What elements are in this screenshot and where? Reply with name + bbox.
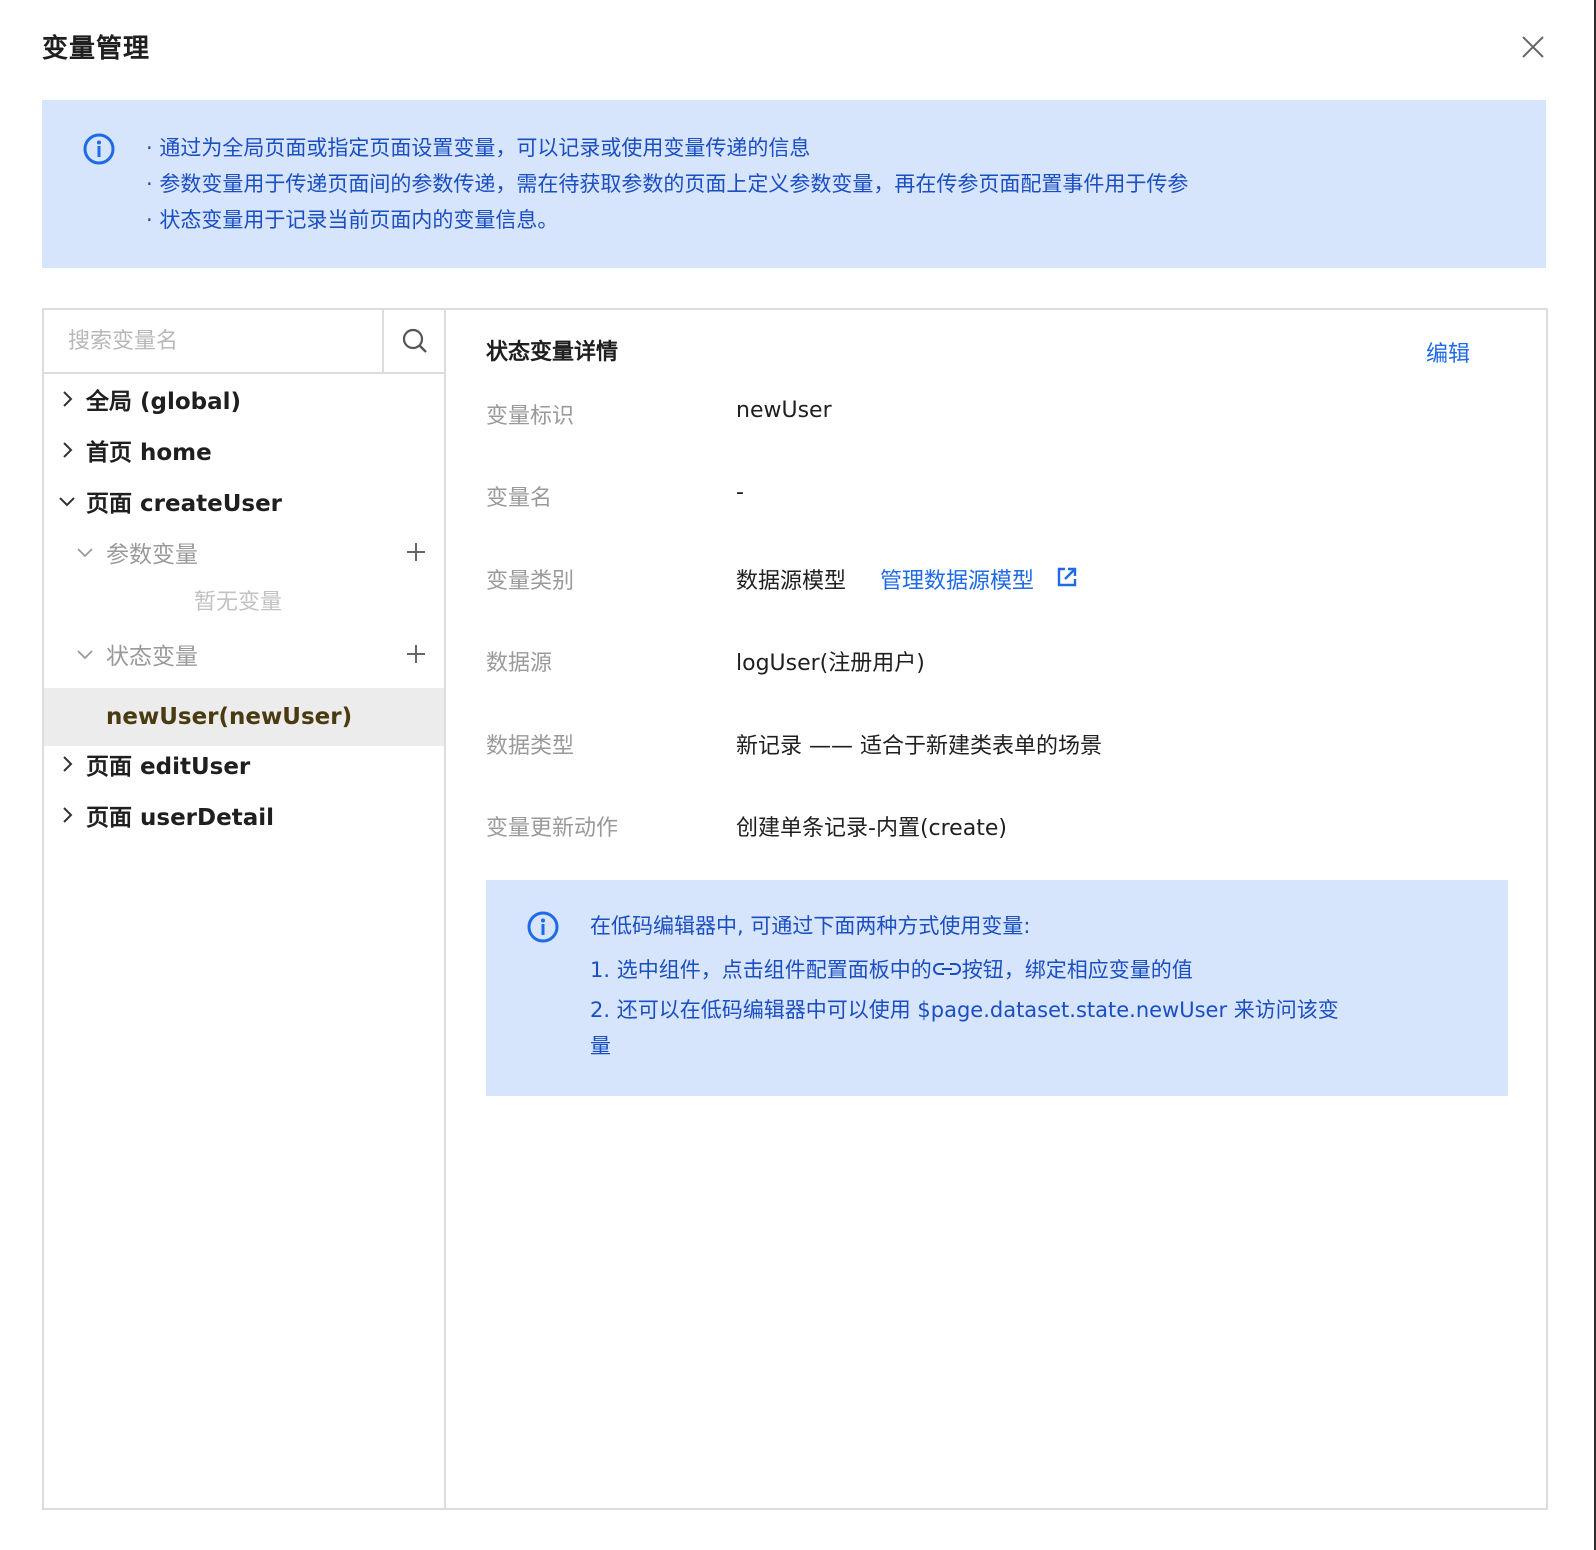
external-link-icon[interactable] (1056, 566, 1078, 588)
usage-item-2: 2. 还可以在低码编辑器中可以使用 $page.dataset.state.ne… (590, 998, 1339, 1022)
detail-value: 数据源模型 (736, 569, 847, 594)
tree-item-label: 页面 createUser (86, 491, 283, 517)
chevron-right-icon (63, 442, 73, 458)
search-icon (402, 328, 427, 353)
tree-group-label: 状态变量 (106, 644, 198, 670)
usage-intro: 在低码编辑器中, 可通过下面两种方式使用变量: (590, 914, 1031, 938)
usage-item-2-continued: 量 (590, 1034, 611, 1058)
detail-row-category: 变量类别 数据源模型 管理数据源模型 (486, 563, 1506, 603)
edit-button[interactable]: 编辑 (1426, 336, 1470, 368)
tree-group-param-vars[interactable]: 参数变量 (44, 527, 444, 577)
chevron-right-icon (63, 807, 73, 823)
add-state-var-icon[interactable] (406, 644, 426, 664)
usage-item-1: 1. 选中组件，点击组件配置面板中的 按钮，绑定相应变量的值 (590, 952, 1193, 988)
detail-key: 变量更新动作 (486, 816, 619, 841)
tree-item-new-user-selected[interactable]: newUser(newUser) (44, 688, 444, 746)
empty-vars-text: 暂无变量 (194, 590, 283, 615)
tree-group-label: 参数变量 (106, 542, 198, 568)
notice-line: · 状态变量用于记录当前页面内的变量信息。 (146, 208, 559, 232)
detail-row-data-type: 数据类型 新记录 —— 适合于新建类表单的场景 (486, 728, 1506, 768)
tree-item-user-detail[interactable]: 页面 userDetail (44, 790, 444, 840)
detail-key: 数据源 (486, 651, 553, 676)
usage-item-1-before: 1. 选中组件，点击组件配置面板中的 (590, 958, 932, 982)
variable-tree-panel: 全局 (global) 首页 home 页面 createUser 参数变量 暂… (44, 310, 446, 1508)
tree-item-label: 全局 (global) (86, 389, 242, 415)
notice-line: · 参数变量用于传递页面间的参数传递，需在待获取参数的页面上定义参数变量，再在传… (146, 172, 1189, 196)
chevron-right-icon (63, 756, 73, 772)
tree-item-home[interactable]: 首页 home (44, 425, 444, 475)
detail-title: 状态变量详情 (486, 340, 619, 365)
tree-item-edit-user[interactable]: 页面 editUser (44, 739, 444, 789)
detail-key: 变量类别 (486, 569, 575, 594)
usage-info-box: 在低码编辑器中, 可通过下面两种方式使用变量: 1. 选中组件，点击组件配置面板… (486, 880, 1508, 1096)
variable-detail-panel: 状态变量详情 编辑 变量标识 newUser 变量名 - 变量类别 数据源模型 … (446, 310, 1546, 1508)
search-button[interactable] (382, 310, 446, 372)
chevron-right-icon (63, 391, 73, 407)
detail-key: 变量标识 (486, 404, 575, 429)
detail-key: 数据类型 (486, 734, 575, 759)
detail-value: 创建单条记录-内置(create) (736, 816, 1007, 841)
tree-item-label: 页面 editUser (86, 754, 251, 780)
detail-value: logUser(注册用户) (736, 651, 925, 676)
tree-item-label: 首页 home (86, 440, 212, 466)
notice-line: · 通过为全局页面或指定页面设置变量，可以记录或使用变量传递的信息 (146, 136, 811, 160)
dialog-title: 变量管理 (42, 34, 151, 64)
add-param-var-icon[interactable] (406, 542, 426, 562)
detail-row-datasource: 数据源 logUser(注册用户) (486, 645, 1506, 685)
link-icon (932, 963, 961, 975)
info-icon (526, 910, 560, 944)
tree-item-create-user[interactable]: 页面 createUser (44, 476, 444, 526)
detail-value: 新记录 —— 适合于新建类表单的场景 (736, 734, 1102, 759)
detail-row-identifier: 变量标识 newUser (486, 398, 1506, 438)
search-input[interactable] (44, 310, 366, 372)
detail-value: newUser (736, 398, 832, 423)
manage-datasource-model-link[interactable]: 管理数据源模型 (880, 563, 1034, 595)
tree-group-state-vars[interactable]: 状态变量 (44, 629, 444, 679)
tree-item-global[interactable]: 全局 (global) (44, 374, 444, 424)
detail-value: - (736, 480, 744, 505)
detail-row-update-action: 变量更新动作 创建单条记录-内置(create) (486, 810, 1506, 850)
top-info-notice: · 通过为全局页面或指定页面设置变量，可以记录或使用变量传递的信息 · 参数变量… (42, 100, 1546, 268)
detail-key: 变量名 (486, 486, 553, 511)
chevron-down-icon (77, 548, 93, 558)
close-icon[interactable] (1518, 32, 1548, 62)
usage-item-1-after: 按钮，绑定相应变量的值 (961, 958, 1193, 982)
detail-row-name: 变量名 - (486, 480, 1506, 520)
search-box (44, 310, 444, 374)
variable-management-dialog: 变量管理 · 通过为全局页面或指定页面设置变量，可以记录或使用变量传递的信息 ·… (0, 0, 1596, 1550)
variable-panel: 全局 (global) 首页 home 页面 createUser 参数变量 暂… (42, 308, 1548, 1510)
tree-item-label: 页面 userDetail (86, 805, 274, 831)
tree-item-label: newUser(newUser) (106, 704, 353, 730)
chevron-down-icon (77, 650, 93, 660)
info-icon (82, 132, 116, 166)
chevron-down-icon (59, 497, 75, 507)
